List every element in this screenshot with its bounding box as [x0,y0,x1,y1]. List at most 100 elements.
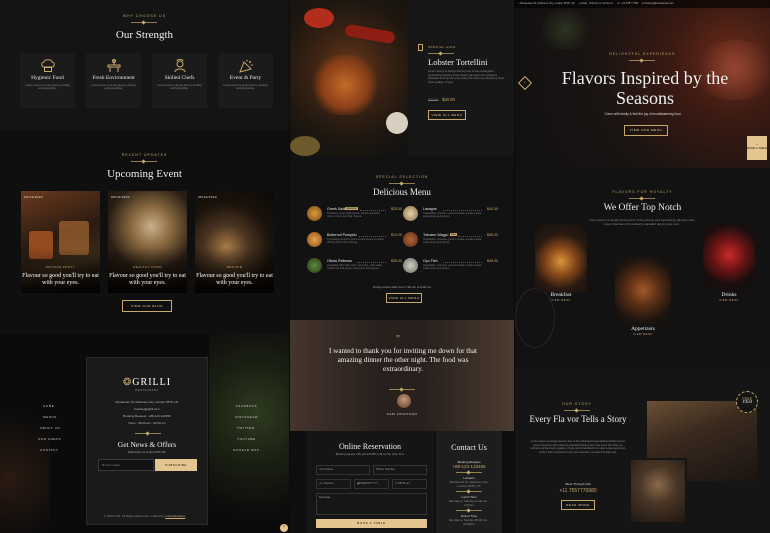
footer-link-about[interactable]: ABOUT US [40,426,60,430]
offer-card-photo [703,224,755,292]
menu-item-desc: Tomatoes, green bell pepper, sliced cucu… [327,212,380,219]
event-caption[interactable]: Flavour so good you'll try to eat with y… [195,273,274,287]
dinner-value: Monday to Sunday 05.00 pm - 10.00pm [448,518,490,526]
view-all-menu-button[interactable]: VIEW ALL MENU [428,110,466,120]
ornament-divider [131,160,157,163]
offer-card-breakfast[interactable]: Breakfast VIEW MENU [533,224,589,302]
event-card[interactable]: 09/12/2022 PRIVATE PARTY Flavour so good… [21,191,100,293]
view-blog-button[interactable]: VIEW OUR BLOG [122,300,172,312]
view-all-menu-button[interactable]: VIEW ALL MENU [386,293,422,303]
footer-link-youtube[interactable]: YOUTUBE [237,437,256,441]
story-title: Every Fla vor Tells a Story [529,414,627,424]
offer-eyebrow: FLAVORS FOR ROYALTY [612,190,673,194]
menu-item[interactable]: Butternut Pumpkin $10.00 Typesetting ind… [307,232,402,254]
menu-item[interactable]: Greek Salad Seasonal $25.50 Tomatoes, gr… [307,206,402,228]
menu-item-desc: Avocados with crab meat, red onion, crab… [327,264,382,271]
dish-photo-herbs [290,136,320,156]
menu-item-price: $25.50 [391,207,402,211]
story-book-label: Book Through Call [565,482,591,486]
topbar-hours: Daily : 8.00 am to 10.00 pm [581,2,614,5]
ornament-divider [135,432,161,435]
time-select[interactable]: ◷ 08:00 am [392,479,427,489]
offer-card-drinks[interactable]: Drinks VIEW MENU [701,224,757,302]
dish-title: Lobster Tortellini [428,57,488,67]
reservation-section: Online Reservation Booking request +88-1… [290,431,514,533]
offer-card-appetizers[interactable]: Appetizers VIEW MENU [615,254,671,336]
view-our-menu-button[interactable]: VIEW OUR MENU [624,125,668,136]
book-table-badge[interactable]: ⌂ BOOK A TABLE [747,136,767,160]
strength-eyebrow: WHY CHOOSE US [122,14,167,18]
dish-desc: Lorem Ipsum is simply dummy text of the … [428,69,505,84]
menu-item-thumb [307,232,322,247]
footer-link-twitter[interactable]: TWITTER [237,426,255,430]
since-year: 1950 [742,400,752,405]
celebration-icon [238,59,254,73]
offer-card-link[interactable]: VIEW MENU [615,333,671,336]
phone-icon: ☏ [616,2,621,5]
newsletter-email-input[interactable]: ✉ Your email [98,459,154,471]
dish-eyebrow: SPECIAL DISH [428,45,456,49]
persons-select[interactable]: ♙ 1 Person [316,479,351,489]
dish-badge-icon [418,44,423,51]
copyright-text: © 2022 Grilli. All Rights Reserved | Cra… [103,514,165,518]
event-date: 06/12/2022 [111,195,131,199]
menu-item[interactable]: Olivas Rellenas $25.00 Avocados with cra… [307,258,402,280]
events-eyebrow: RECENT UPDATES [121,153,168,157]
phone-input[interactable]: Phone Number [373,465,427,475]
event-tag: PRIVATE PARTY [45,265,76,269]
story-phone[interactable]: +11 7557770980 [529,488,627,494]
book-table-button[interactable]: BOOK A TABLE [316,519,427,528]
event-card[interactable]: 06/12/2022 RECIPIE Flavour so good you'l… [195,191,274,293]
hero-section: ⌖ Restaurant St, Delicious City, London … [515,0,770,168]
event-caption[interactable]: Flavour so good you'll try to eat with y… [108,273,187,287]
menu-item-badge: Seasonal [345,207,358,210]
menu-item[interactable]: Tokusen Wagyu New $39.00 Vegetables, che… [403,232,498,254]
topbar-phone[interactable]: +11 3787 7780 [621,2,638,5]
offer-card-link[interactable]: VIEW MENU [701,299,757,302]
strength-card-desc: Lorem Ipsum is simply dummy printing and… [25,84,70,91]
topbar-email[interactable]: booking@restaurant.com [645,2,674,5]
back-to-top-icon[interactable]: ⌃ [280,524,288,532]
footer-link-google-map[interactable]: GOOGLE MAP [233,448,259,452]
menu-item-name: Olivas Rellenas [327,259,352,263]
top-bar: ⌖ Restaurant St, Delicious City, London … [515,0,770,8]
menu-item-price: $49.00 [487,259,498,263]
menu-item-thumb [307,206,322,221]
ornament-divider [629,59,655,62]
footer-link-instagram[interactable]: INSTAGRAM [235,415,258,419]
date-input[interactable]: ▦ MM/DD/YYYY [354,479,389,489]
read-more-button[interactable]: READ MORE [561,500,595,510]
menu-item-name: Opu Fish [423,259,438,263]
footer-hours: Open : 09:00 am - 01:00 pm [128,421,166,425]
footer-link-chefs[interactable]: OUR CHEFS [38,437,61,441]
mail-icon: ✉ [641,2,644,5]
ornament-divider [564,409,590,412]
offer-card-link[interactable]: VIEW MENU [533,299,589,302]
footer-link-facebook[interactable]: FACEBOOK [236,404,257,408]
strength-section: WHY CHOOSE US Our Strength Hygienic Food… [0,0,289,130]
subscribe-button[interactable]: SUBSCRIBE [155,459,197,471]
menu-item[interactable]: Lasagne $40.00 Vegetables, cheeses, grou… [403,206,498,228]
footer-email[interactable]: booking@grilli.com [95,407,199,411]
footer-link-menus[interactable]: MENUS [43,415,57,419]
menu-item-desc: Vegetables, cheeses, ground meats, tomat… [423,264,482,271]
menu-item[interactable]: Opu Fish $49.00 Vegetables, cheeses, gro… [403,258,498,280]
cook-icon [172,59,188,73]
event-caption[interactable]: Flavour so good you'll try to eat with y… [21,273,100,287]
booking-phone[interactable]: +88-123-123456 [436,464,502,469]
strength-card-title: Hygienic Food [31,75,64,81]
message-textarea[interactable]: Message [316,493,427,515]
strength-card-environment: Fresh Environment Lorem Ipsum is simply … [86,53,141,108]
footer-link-contact[interactable]: CONTACT [40,448,58,452]
credit-link[interactable]: codewithsadee [165,514,185,518]
event-card[interactable]: 06/12/2022 HEALTHY FOOD Flavour so good … [108,191,187,293]
page-column-hero-offer-story: ⌖ Restaurant St, Delicious City, London … [515,0,770,533]
ornament-divider [131,21,157,24]
location-value: Restaurant St, Delicious City, London 95… [449,480,489,488]
name-input[interactable]: Your Name [316,465,370,475]
footer-logo[interactable]: ❂GRILLI [87,377,207,388]
ornament-divider [389,388,415,391]
logo-mark-icon: ❂ [122,377,133,388]
menu-item-name: Greek Salad [327,207,347,211]
footer-link-home[interactable]: HOME [43,404,54,408]
